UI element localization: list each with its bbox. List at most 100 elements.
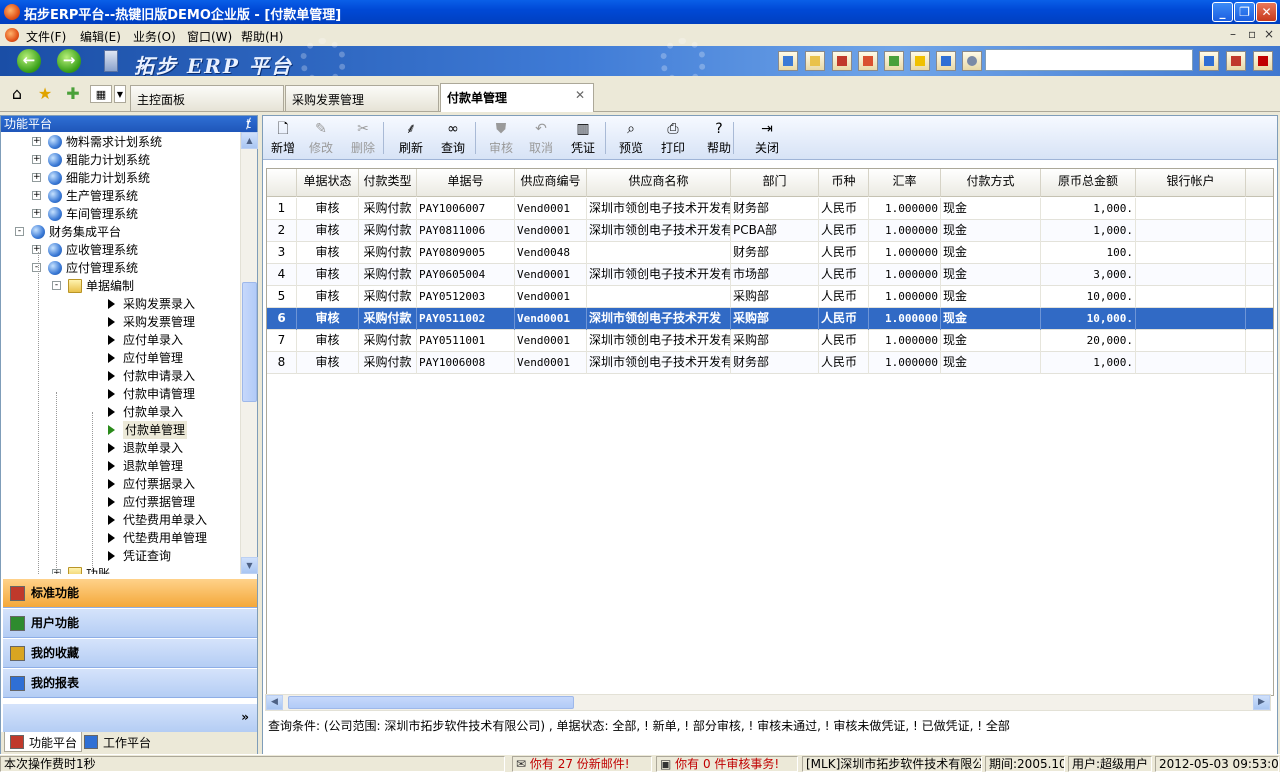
folder-open-icon[interactable] <box>805 51 825 71</box>
dropdown-arrow-icon[interactable]: ▼ <box>114 85 126 103</box>
tab-payment-management[interactable]: 付款单管理✕ <box>440 83 594 112</box>
toolbar-button-5[interactable]: ⛊审核 <box>481 121 521 157</box>
home-icon[interactable]: ⌂ <box>8 85 26 103</box>
scroll-left-button[interactable]: ◀ <box>266 695 283 710</box>
grid-view-icon[interactable]: ▦ <box>90 85 112 103</box>
tree-node[interactable]: 付款申请管理 <box>1 385 240 403</box>
add-folder-icon[interactable] <box>884 51 904 71</box>
collapse-icon[interactable]: - <box>32 263 41 272</box>
tree-node[interactable]: +应收管理系统 <box>1 241 240 259</box>
exit-app-icon[interactable] <box>1253 51 1273 71</box>
menu-window[interactable]: 窗口(W) <box>187 28 232 45</box>
column-header[interactable] <box>267 169 297 197</box>
toolbar-button-1[interactable]: ✎修改 <box>301 121 341 157</box>
scroll-right-button[interactable]: ▶ <box>1253 695 1270 710</box>
chevron-down-icon[interactable]: » <box>241 710 249 724</box>
audit-notice[interactable]: ▣ 你有 0 件审核事务! <box>656 756 798 772</box>
book-icon[interactable] <box>832 51 852 71</box>
tree-node[interactable]: +粗能力计划系统 <box>1 151 240 169</box>
tree-node[interactable]: 应付票据管理 <box>1 493 240 511</box>
column-header[interactable]: 供应商名称 <box>587 169 731 197</box>
scroll-thumb[interactable] <box>242 282 257 402</box>
column-header[interactable]: 付款方式 <box>941 169 1041 197</box>
close-tab-icon[interactable]: ✕ <box>575 88 585 102</box>
column-header[interactable]: 单据状态 <box>297 169 359 197</box>
mdi-minimize-button[interactable]: – <box>1230 27 1236 41</box>
table-row[interactable]: 3审核采购付款PAY0809005Vend0048财务部人民币1.000000现… <box>267 242 1274 264</box>
toolbar-button-8[interactable]: ⌕预览 <box>611 121 651 157</box>
tree-node[interactable]: +细能力计划系统 <box>1 169 240 187</box>
expand-icon[interactable]: + <box>32 173 41 182</box>
table-row[interactable]: 7审核采购付款PAY0511001Vend0001深圳市领创电子技术开发有限采购… <box>267 330 1274 352</box>
chart-icon[interactable] <box>858 51 878 71</box>
toolbar-button-2[interactable]: ✂删除 <box>343 121 383 157</box>
tree-node[interactable]: 应付单管理 <box>1 349 240 367</box>
collapse-icon[interactable]: - <box>15 227 24 236</box>
tree-scrollbar[interactable]: ▲ ▼ <box>240 132 257 574</box>
column-header[interactable]: 原币总金额 <box>1041 169 1136 197</box>
home-icon[interactable] <box>1226 51 1246 71</box>
mail-notice[interactable]: ✉ 你有 27 份新邮件! <box>512 756 652 772</box>
trash-icon[interactable] <box>104 50 118 72</box>
restore-button[interactable]: ❐ <box>1234 2 1255 22</box>
tab-purchase-invoice[interactable]: 采购发票管理 <box>285 85 439 111</box>
table-row[interactable]: 5审核采购付款PAY0512003Vend0001采购部人民币1.000000现… <box>267 286 1274 308</box>
mdi-close-button[interactable]: × <box>1264 27 1274 41</box>
tab-work-platform[interactable]: 工作平台 <box>79 732 155 752</box>
tree-node[interactable]: 付款单管理 <box>1 421 240 439</box>
scroll-down-button[interactable]: ▼ <box>241 557 258 574</box>
toolbar-button-9[interactable]: ⎙打印 <box>653 121 693 157</box>
column-header[interactable]: 银行帐户 <box>1136 169 1246 197</box>
tree-node[interactable]: -财务集成平台 <box>1 223 240 241</box>
minimize-button[interactable]: _ <box>1212 2 1233 22</box>
table-row[interactable]: 4审核采购付款PAY0605004Vend0001深圳市领创电子技术开发有限市场… <box>267 264 1274 286</box>
pin-icon[interactable]: ⱦ <box>246 116 251 132</box>
search-input[interactable] <box>985 49 1193 71</box>
menu-edit[interactable]: 编辑(E) <box>80 28 121 45</box>
tree-node[interactable]: +生产管理系统 <box>1 187 240 205</box>
desktop-icon[interactable] <box>778 51 798 71</box>
tree-node[interactable]: 采购发票管理 <box>1 313 240 331</box>
tree-node[interactable]: 退款单录入 <box>1 439 240 457</box>
close-button[interactable]: ✕ <box>1256 2 1277 22</box>
scroll-thumb[interactable] <box>288 696 574 709</box>
forward-button[interactable]: → <box>57 49 81 73</box>
tree-node[interactable]: -单据编制 <box>1 277 240 295</box>
clock-icon[interactable] <box>962 51 982 71</box>
toolbar-button-11[interactable]: ⇥关闭 <box>747 121 787 157</box>
tree-node[interactable]: 代垫费用单管理 <box>1 529 240 547</box>
app-icon[interactable] <box>4 4 20 20</box>
table-row[interactable]: 8审核采购付款PAY1006008Vend0001深圳市领创电子技术开发有限财务… <box>267 352 1274 374</box>
star-favorite-icon[interactable] <box>910 51 930 71</box>
back-button[interactable]: ← <box>17 49 41 73</box>
menu-help[interactable]: 帮助(H) <box>241 28 283 45</box>
toolbar-button-0[interactable]: 🗋新增 <box>263 121 303 157</box>
column-header[interactable]: 付款类型 <box>359 169 417 197</box>
tree-node[interactable]: 付款单录入 <box>1 403 240 421</box>
expand-icon[interactable]: + <box>32 191 41 200</box>
expand-icon[interactable]: + <box>32 137 41 146</box>
tree-node[interactable]: +物料需求计划系统 <box>1 133 240 151</box>
table-row[interactable]: 2审核采购付款PAY0811006Vend0001深圳市领创电子技术开发有限PC… <box>267 220 1274 242</box>
tree-node[interactable]: 应付票据录入 <box>1 475 240 493</box>
column-header[interactable]: 部门 <box>731 169 819 197</box>
collapse-icon[interactable]: - <box>52 281 61 290</box>
tree-node[interactable]: 代垫费用单录入 <box>1 511 240 529</box>
column-header[interactable]: 供应商编号 <box>515 169 587 197</box>
toolbar-button-6[interactable]: ↶取消 <box>521 121 561 157</box>
toolbar-button-7[interactable]: ▥凭证 <box>563 121 603 157</box>
tree-node[interactable]: +车间管理系统 <box>1 205 240 223</box>
mdi-restore-button[interactable]: ▫ <box>1248 27 1256 41</box>
nav-group-favorites[interactable]: 我的收藏 <box>3 638 257 668</box>
report-icon[interactable] <box>936 51 956 71</box>
tab-function-platform[interactable]: 功能平台 <box>4 732 82 752</box>
tree-node[interactable]: 凭证查询 <box>1 547 240 565</box>
column-header[interactable]: 汇率 <box>869 169 941 197</box>
grid-horizontal-scrollbar[interactable]: ◀ ▶ <box>265 694 1271 711</box>
column-header[interactable]: 单据号 <box>417 169 515 197</box>
nav-group-standard[interactable]: 标准功能 <box>3 578 257 608</box>
tree-node[interactable]: -应付管理系统 <box>1 259 240 277</box>
table-row[interactable]: 6审核采购付款PAY0511002Vend0001深圳市领创电子技术开发采购部人… <box>267 308 1274 330</box>
app-menu-icon[interactable] <box>5 28 19 42</box>
tree-node[interactable]: 应付单录入 <box>1 331 240 349</box>
